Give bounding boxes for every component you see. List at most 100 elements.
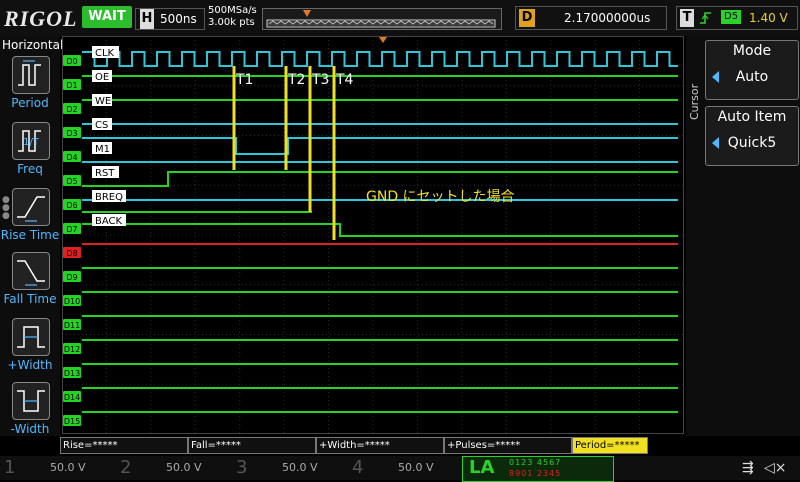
trigger-source: D5 <box>721 10 742 24</box>
minus-width-icon <box>12 382 50 420</box>
la-channels-row-2: 8901 2345 <box>509 469 562 478</box>
period-icon <box>12 56 50 94</box>
channel-label: BACK <box>95 216 123 227</box>
mode-title: Mode <box>732 43 772 59</box>
memory-overview-graphic <box>266 10 496 28</box>
mode-value: Auto <box>735 69 769 85</box>
channel-scale: 50.0 V <box>50 461 86 474</box>
delay-letter: D <box>519 9 535 27</box>
sample-rate: 500MSa/s <box>208 5 257 16</box>
waveform-canvas: D0 D1 D2 D3 D4 D5 D6 D7 D8 D9 D10 D11 D12 D13 D14 D15 C… <box>62 36 684 434</box>
channel-tag: D13 <box>64 369 80 378</box>
trigger-box[interactable]: T D5 1.40 V <box>676 6 798 30</box>
channel-tag: D8 <box>66 249 77 258</box>
brand-logo: RIGOL <box>4 6 78 31</box>
menu-item-fall-time[interactable]: Fall Time <box>0 252 60 314</box>
timing-marker-label: T3 <box>311 72 329 88</box>
timing-marker-label: T4 <box>335 72 354 88</box>
measurement-plus-width[interactable]: +Width=***** <box>316 437 444 454</box>
delay-value: 2.17000000us <box>564 11 651 25</box>
trace-d0-clk <box>82 51 678 67</box>
menu-item-label: Period <box>11 96 49 110</box>
channel-tag: D14 <box>64 393 80 402</box>
waveform-display[interactable]: D0 D1 D2 D3 D4 D5 D6 D7 D8 D9 D10 D11 D12 D13 D14 D15 C… <box>62 36 684 434</box>
trace-d5-rst <box>82 171 678 187</box>
cursor-side-label: Cursor <box>688 83 701 120</box>
rising-edge-icon <box>699 7 713 36</box>
channel-tag: D6 <box>66 201 77 210</box>
menu-item-minus-width[interactable]: -Width <box>0 382 60 444</box>
menu-item-label: +Width <box>7 358 53 372</box>
rise-time-icon <box>12 188 50 226</box>
trigger-time-marker <box>379 37 387 43</box>
timebase-value: 500ns <box>160 12 197 26</box>
measurement-rise[interactable]: Rise=***** <box>60 437 188 454</box>
la-label: LA <box>469 457 495 478</box>
menu-title: Horizontal <box>2 38 64 52</box>
channel-number: 2 <box>120 457 132 478</box>
channel-label: RST <box>95 168 115 179</box>
trace-d4-m1 <box>82 137 678 155</box>
channel-tag: D10 <box>64 297 80 306</box>
speaker-mute-icon: ◁× <box>764 460 787 476</box>
menu-item-rise-time[interactable]: Rise Time <box>0 188 60 250</box>
trigger-letter: T <box>680 9 694 27</box>
channel-number: 4 <box>352 457 364 478</box>
channel-scale: 50.0 V <box>282 461 318 474</box>
timing-marker-label: T2 <box>287 72 305 88</box>
measurement-plus-pulses[interactable]: +Pulses=***** <box>444 437 572 454</box>
delay-box[interactable]: D 2.17000000us <box>515 6 667 30</box>
logic-analyzer-box[interactable]: LA 0123 4567 8901 2345 <box>462 456 614 482</box>
channel-label: BREQ <box>95 192 123 203</box>
channel-label: CLK <box>95 48 115 59</box>
usb-icon: ⇶ <box>742 460 754 476</box>
channel-tag: D12 <box>64 345 80 354</box>
measurement-period[interactable]: Period=***** <box>572 437 648 454</box>
channel-tag: D9 <box>66 273 77 282</box>
menu-item-label: -Width <box>10 422 50 436</box>
channel-4-box[interactable]: 4 50.0 V <box>348 456 462 480</box>
fall-time-icon <box>12 252 50 290</box>
trace-d7-back <box>82 223 678 237</box>
channel-tag: D5 <box>66 177 77 186</box>
measurement-fall[interactable]: Fall=***** <box>188 437 316 454</box>
measurement-bar: Rise=***** Fall=***** +Width=***** +Puls… <box>60 437 686 454</box>
channel-tag: D11 <box>64 321 80 330</box>
channel-1-box[interactable]: 1 50.0 V <box>0 456 114 480</box>
channel-scale: 50.0 V <box>166 461 202 474</box>
horizontal-letter: H <box>140 9 154 29</box>
timing-marker-label: T1 <box>235 72 253 88</box>
plus-width-icon <box>12 318 50 356</box>
channel-bar: 1 50.0 V 2 50.0 V 3 50.0 V 4 50.0 V LA 0… <box>0 456 800 482</box>
timebase-box[interactable]: H 500ns <box>135 8 205 30</box>
annotation-note: GND にセットした場合 <box>366 189 515 205</box>
mode-selector[interactable]: Mode Auto <box>705 40 799 100</box>
run-status-badge[interactable]: WAIT <box>82 6 132 28</box>
channel-tag: D3 <box>66 129 77 138</box>
menu-item-plus-width[interactable]: +Width <box>0 318 60 380</box>
channel-tag: D2 <box>66 105 77 114</box>
channel-label: OE <box>95 72 109 83</box>
menu-item-period[interactable]: Period <box>0 56 60 118</box>
menu-item-freq[interactable]: 1/T Freq <box>0 122 60 184</box>
channel-label: CS <box>95 120 108 131</box>
menu-item-label: Fall Time <box>3 292 57 306</box>
la-channels-row-1: 0123 4567 <box>509 458 562 467</box>
channel-tag: D1 <box>66 81 77 90</box>
channel-tag: D7 <box>66 225 77 234</box>
channel-label: M1 <box>95 144 110 155</box>
memory-depth: 3.00k pts <box>208 17 255 28</box>
channel-number: 1 <box>4 457 16 478</box>
svg-text:1/T: 1/T <box>23 137 40 148</box>
menu-item-label: Freq <box>17 162 43 176</box>
measure-menu: Horizontal Period 1/T Freq ● ● ● Rise Time… <box>0 36 64 436</box>
channel-3-box[interactable]: 3 50.0 V <box>232 456 346 480</box>
auto-item-selector[interactable]: Auto Item Quick5 <box>705 106 799 166</box>
freq-icon: 1/T <box>12 122 50 160</box>
trigger-position-marker <box>303 10 311 17</box>
channel-2-box[interactable]: 2 50.0 V <box>116 456 230 480</box>
trigger-level: 1.40 V <box>749 11 788 25</box>
auto-item-value: Quick5 <box>727 135 777 151</box>
acquisition-info: 500MSa/s 3.00k pts <box>208 5 257 29</box>
memory-overview-bar[interactable] <box>262 8 502 30</box>
